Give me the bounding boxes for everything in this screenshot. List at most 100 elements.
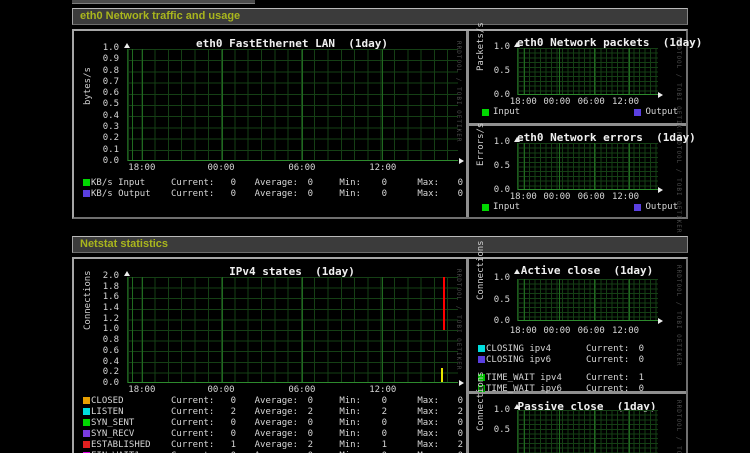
y-tick: 1.2 (78, 315, 119, 324)
axis-arrow-up-icon (514, 404, 520, 409)
y-tick: 1.6 (78, 293, 119, 302)
active-close-graph-image[interactable]: RRDTOOL / TOBI OETIKER Active close (1da… (473, 263, 682, 387)
errors-graph-cell: RRDTOOL / TOBI OETIKER eth0 Network erro… (469, 126, 686, 218)
legend-swatch (83, 419, 90, 426)
axis-arrow-up-icon (514, 42, 520, 47)
packets-graph-image[interactable]: RRDTOOL / TOBI OETIKER eth0 Network pack… (473, 35, 682, 119)
stat-label-max: Max: (387, 396, 439, 406)
x-tick: 12:00 (612, 97, 639, 107)
x-ticks: 18:0000:0006:0012:00 (517, 97, 657, 107)
legend-swatch (478, 345, 485, 352)
stat-value-average: 0 (298, 429, 313, 439)
legend-label: Input (493, 107, 520, 117)
x-ticks: 18:0000:0006:0012:00 (127, 385, 457, 395)
legend-swatch (478, 356, 485, 363)
stat-label-current: Current: (586, 344, 626, 354)
stat-value-current: 0 (214, 429, 236, 439)
lan-legend: KB/s Input Current: 0 Average: 0 Min: 0 … (78, 177, 462, 199)
legend-label: ESTABLISHED (91, 440, 171, 450)
series-finwait2-mark (441, 368, 443, 383)
stat-label-average: Average: (236, 440, 298, 450)
x-tick: 18:00 (510, 192, 537, 202)
legend-row: TIME_WAIT ipv4 Current: 1 (473, 372, 682, 383)
legend-swatch (83, 441, 90, 448)
stat-label-min: Min: (313, 429, 361, 439)
y-tick: 1.0 (473, 43, 510, 52)
ipv4-graph-cell: RRDTOOL / TOBI OETIKER IPv4 states (1day… (74, 259, 469, 453)
legend-swatch (482, 109, 489, 116)
legend-swatch (83, 190, 90, 197)
ipv4-legend: CLOSED Current: 0 Average: 0 Min: 0 Max:… (78, 395, 462, 453)
legend-label: SYN_RECV (91, 429, 171, 439)
ipv4-graph-image[interactable]: RRDTOOL / TOBI OETIKER IPv4 states (1day… (78, 263, 462, 453)
errors-graph-image[interactable]: RRDTOOL / TOBI OETIKER eth0 Network erro… (473, 130, 682, 214)
x-tick: 18:00 (128, 163, 155, 173)
y-tick: 0.1 (78, 146, 119, 155)
y-tick: 0.9 (78, 55, 119, 64)
grid (518, 410, 658, 453)
close-graphs-column: RRDTOOL / TOBI OETIKER Active close (1da… (469, 259, 686, 453)
passive-close-graph-image[interactable]: RRDTOOL / TOBI OETIKER Passive close (1d… (473, 398, 682, 453)
legend-swatch (634, 204, 641, 211)
stat-value-min: 0 (361, 178, 387, 188)
y-ticks: 1.00.50.0 (473, 274, 510, 326)
y-tick: 1.0 (473, 274, 510, 283)
stat-label-min: Min: (313, 407, 361, 417)
legend-label: SYN_SENT (91, 418, 171, 428)
stat-label-average: Average: (236, 407, 298, 417)
y-tick: 0.6 (78, 89, 119, 98)
y-tick: 0.5 (473, 162, 510, 171)
legend-row: KB/s Input Current: 0 Average: 0 Min: 0 … (78, 177, 462, 188)
stat-label-max: Max: (387, 178, 439, 188)
stat-label-max: Max: (387, 429, 439, 439)
legend-output: Output (634, 107, 678, 117)
stat-value-current: 2 (214, 407, 236, 417)
x-ticks: 18:0000:0006:0012:00 (517, 192, 657, 202)
grid (128, 277, 458, 383)
passive-close-cell: RRDTOOL / TOBI OETIKER Passive close (1d… (469, 394, 686, 453)
stat-label-average: Average: (236, 178, 298, 188)
legend-output: Output (634, 202, 678, 212)
y-tick: 0.3 (78, 123, 119, 132)
x-tick: 00:00 (543, 97, 570, 107)
stat-value-average: 2 (298, 440, 313, 450)
legend-row: TIME_WAIT ipv6 Current: 0 (473, 383, 682, 394)
x-tick: 00:00 (208, 385, 235, 395)
y-tick: 1.0 (473, 406, 510, 415)
stat-value-average: 2 (298, 407, 313, 417)
legend-label: Output (645, 202, 678, 212)
stat-value-current: 0 (626, 384, 644, 394)
stat-value-max: 2 (439, 407, 463, 417)
x-tick: 12:00 (612, 326, 639, 336)
y-tick: 0.4 (78, 358, 119, 367)
x-tick: 18:00 (510, 97, 537, 107)
stat-label-current: Current: (171, 189, 214, 199)
stat-value-current: 0 (214, 189, 236, 199)
legend-label: CLOSED (91, 396, 171, 406)
scrolled-element-edge (72, 0, 255, 4)
axis-arrow-right-icon (459, 158, 464, 164)
y-tick: 0.6 (78, 347, 119, 356)
legend-label: TIME_WAIT ipv6 (486, 384, 586, 394)
axis-arrow-up-icon (514, 137, 520, 142)
plot-area (517, 410, 658, 453)
legend-row: CLOSED Current: 0 Average: 0 Min: 0 Max:… (78, 395, 462, 406)
stat-label-current: Current: (171, 396, 214, 406)
plot-area (127, 49, 458, 161)
stat-label-min: Min: (313, 178, 361, 188)
small-graphs-column: RRDTOOL / TOBI OETIKER eth0 Network pack… (469, 31, 686, 217)
y-tick: 1.0 (78, 44, 119, 53)
x-tick: 12:00 (369, 163, 396, 173)
y-tick: 0.5 (473, 426, 510, 435)
lan-graph-image[interactable]: RRDTOOL / TOBI OETIKER eth0 FastEthernet… (78, 35, 462, 213)
legend-label: KB/s Output (91, 189, 171, 199)
y-tick: 2.0 (78, 272, 119, 281)
stat-label-max: Max: (387, 440, 439, 450)
y-ticks: 1.0 0.5 (473, 406, 510, 435)
legend-row: CLOSING ipv4 Current: 0 (473, 343, 682, 354)
x-ticks: 18:0000:0006:0012:00 (517, 326, 657, 336)
stat-label-current: Current: (586, 384, 626, 394)
stat-label-current: Current: (171, 440, 214, 450)
legend-swatch (83, 397, 90, 404)
stat-value-average: 0 (298, 178, 313, 188)
